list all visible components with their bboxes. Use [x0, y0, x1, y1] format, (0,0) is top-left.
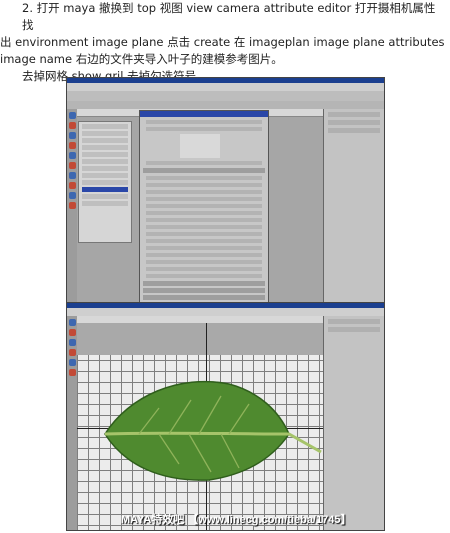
maya-attribute-editor-screenshot — [66, 77, 385, 304]
maya-top-view-screenshot: MAYA特效吧 【www.linecg.com/tieba/1745】 — [66, 302, 385, 531]
view-camera-menu — [78, 121, 132, 243]
layout-icon-3 — [68, 192, 76, 199]
channel-box-2 — [323, 316, 384, 530]
image-plane-border — [77, 323, 325, 355]
select-tool-icon — [68, 112, 76, 119]
viewport — [77, 109, 324, 303]
instruction-line-1: 2. 打开 maya 撤换到 top 视图 view camera attrib… — [22, 1, 436, 32]
toolbox-2 — [67, 316, 77, 530]
toolbox — [67, 109, 77, 303]
scale-tool-icon — [68, 359, 76, 366]
attribute-editor-panel — [139, 110, 269, 303]
top-viewport — [77, 316, 325, 530]
rotate-tool-icon — [68, 349, 76, 356]
main-menu-bar — [67, 83, 384, 91]
scale-tool-icon — [68, 152, 76, 159]
select-tool-icon — [68, 319, 76, 326]
lasso-tool-icon — [68, 329, 76, 336]
main-menu-bar-2 — [67, 308, 384, 316]
instruction-line-3: image name 右边的文件夹导入叶子的建模参考图片。 — [0, 52, 283, 66]
layout-icon-4 — [68, 202, 76, 209]
move-tool-icon — [68, 339, 76, 346]
layout-icon — [68, 172, 76, 179]
instruction-text: 2. 打开 maya 撤换到 top 视图 view camera attrib… — [0, 0, 448, 85]
channel-box — [323, 109, 384, 303]
manip-tool-icon — [68, 369, 76, 376]
watermark: MAYA特效吧 【www.linecg.com/tieba/1745】 — [121, 514, 352, 526]
leaf-reference-image — [104, 380, 322, 481]
rotate-tool-icon — [68, 142, 76, 149]
manip-tool-icon — [68, 162, 76, 169]
move-tool-icon — [68, 132, 76, 139]
lasso-tool-icon — [68, 122, 76, 129]
instruction-line-2: 出 environment image plane 点击 create 在 im… — [0, 35, 445, 49]
layout-icon-2 — [68, 182, 76, 189]
